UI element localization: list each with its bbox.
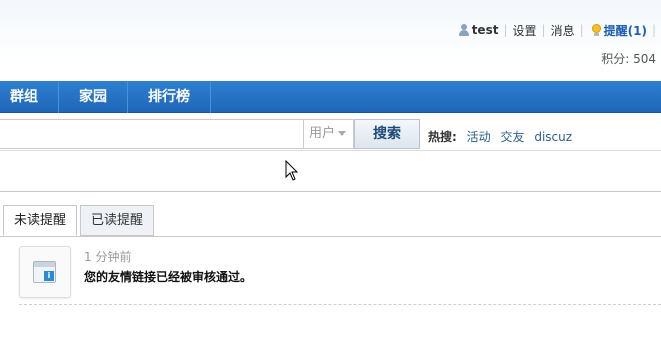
tab-read[interactable]: 已读提醒 [80, 205, 155, 236]
bulb-icon [591, 23, 602, 37]
user-icon [458, 24, 469, 36]
user-bar: test | 设置 | 消息 | 提醒(1) | [458, 21, 661, 39]
credits-display[interactable]: 积分: 504 [601, 50, 656, 67]
nav-item-groups[interactable]: 群组 [0, 80, 59, 113]
hot-search-label: 热搜: [428, 130, 457, 144]
hot-search: 热搜: 活动 交友 discuz [428, 128, 572, 145]
separator: | [651, 23, 656, 37]
search-type-select[interactable]: 用户 [304, 119, 354, 149]
username-link[interactable]: test [472, 23, 499, 37]
reminders-link[interactable]: 提醒(1) [604, 22, 647, 39]
search-row: 用户 搜索 热搜: 活动 交友 discuz [0, 118, 661, 151]
tabs-baseline [0, 236, 661, 237]
header-background [0, 0, 661, 80]
window-info-icon: i [33, 261, 56, 283]
settings-link[interactable]: 设置 [513, 22, 537, 39]
search-input[interactable] [0, 119, 304, 149]
divider [0, 191, 661, 192]
main-nav: 群组 家园 排行榜 [0, 80, 661, 113]
nav-item-home[interactable]: 家园 [59, 80, 128, 113]
messages-link[interactable]: 消息 [551, 22, 575, 39]
divider [0, 150, 661, 151]
chevron-down-icon [338, 131, 347, 136]
notice-avatar: i [19, 246, 71, 298]
notice-text: 您的友情链接已经被审核通过。 [84, 270, 253, 284]
separator: | [579, 23, 584, 37]
mouse-cursor-icon [285, 160, 299, 181]
notice-tabs: 未读提醒 已读提醒 [3, 205, 157, 236]
search-type-label: 用户 [309, 126, 336, 141]
search-button[interactable]: 搜索 [354, 119, 420, 149]
tab-unread[interactable]: 未读提醒 [3, 205, 78, 236]
nav-item-ranking[interactable]: 排行榜 [128, 80, 211, 113]
hot-search-term[interactable]: 活动 [467, 130, 491, 144]
notice-divider [19, 304, 661, 305]
hot-search-term[interactable]: 交友 [500, 130, 524, 144]
separator: | [503, 23, 508, 37]
separator: | [541, 23, 546, 37]
hot-search-term[interactable]: discuz [534, 130, 572, 144]
notice-time: 1 分钟前 [84, 250, 132, 264]
